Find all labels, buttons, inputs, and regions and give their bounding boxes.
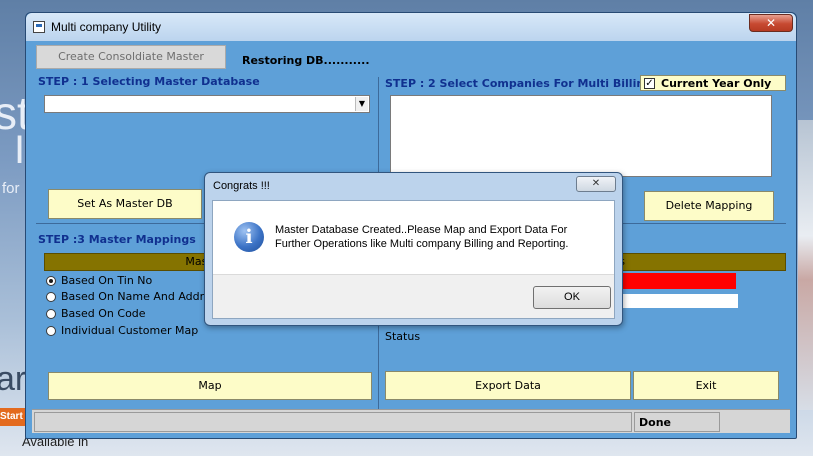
export-data-button[interactable]: Export Data	[385, 371, 631, 400]
exit-button[interactable]: Exit	[633, 371, 779, 400]
option-label: Individual Customer Map	[61, 324, 199, 337]
close-icon: ✕	[591, 178, 601, 189]
status-bar: Done	[32, 409, 790, 433]
background-start-tab: Start	[0, 408, 26, 426]
step1-label: STEP : 1 Selecting Master Database	[38, 75, 260, 88]
map-button[interactable]: Map	[48, 372, 372, 400]
current-year-checkbox[interactable]: ✓	[644, 78, 655, 89]
window-titlebar[interactable]: Multi company Utility ✕	[26, 13, 796, 41]
window-close-button[interactable]: ✕	[749, 14, 793, 32]
option-label: Based On Tin No	[61, 274, 153, 287]
chevron-down-icon[interactable]: ▼	[355, 97, 368, 111]
radio-button[interactable]	[46, 326, 56, 336]
close-icon: ✕	[765, 16, 777, 30]
companies-listbox[interactable]	[390, 95, 772, 177]
delete-mapping-button[interactable]: Delete Mapping	[644, 191, 774, 221]
ok-button[interactable]: OK	[533, 286, 611, 309]
status-label: Status	[385, 330, 421, 343]
dialog-message: Master Database Created..Please Map and …	[275, 224, 569, 250]
app-icon	[33, 21, 45, 33]
radio-button[interactable]	[46, 276, 56, 286]
create-consolidate-master-button[interactable]: Create Consoldiate Master	[36, 45, 226, 69]
info-icon: i	[234, 222, 264, 252]
progress-bar-red	[614, 273, 736, 289]
background-text-ar: ar	[0, 360, 27, 398]
status-cell-main	[34, 412, 632, 432]
option-label: Based On Name And Addres	[61, 290, 217, 303]
progress-bar-empty	[614, 294, 738, 308]
background-right-strip	[798, 120, 813, 410]
radio-button[interactable]	[46, 309, 56, 319]
restoring-status-text: Restoring DB...........	[242, 54, 370, 67]
radio-button[interactable]	[46, 292, 56, 302]
step2-label: STEP : 2 Select Companies For Multi Bill…	[385, 77, 653, 90]
status-done: Done	[634, 412, 720, 432]
dialog-body: i Master Database Created..Please Map an…	[212, 200, 615, 319]
set-as-master-db-button[interactable]: Set As Master DB	[48, 189, 202, 219]
dialog-footer: OK	[213, 274, 614, 318]
step3-label: STEP :3 Master Mappings	[38, 233, 196, 246]
current-year-label: Current Year Only	[661, 77, 772, 90]
option-label: Based On Code	[61, 307, 146, 320]
current-year-checkbox-container[interactable]: ✓ Current Year Only	[640, 75, 786, 91]
background-text-i: I	[14, 128, 26, 172]
dialog-close-button[interactable]: ✕	[576, 176, 616, 192]
window-title: Multi company Utility	[51, 20, 162, 34]
dialog-title: Congrats !!!	[213, 180, 270, 192]
background-text-for: for	[2, 180, 20, 197]
master-database-combo[interactable]: ▼	[44, 95, 370, 113]
congrats-dialog: Congrats !!! ✕ i Master Database Created…	[204, 172, 623, 326]
